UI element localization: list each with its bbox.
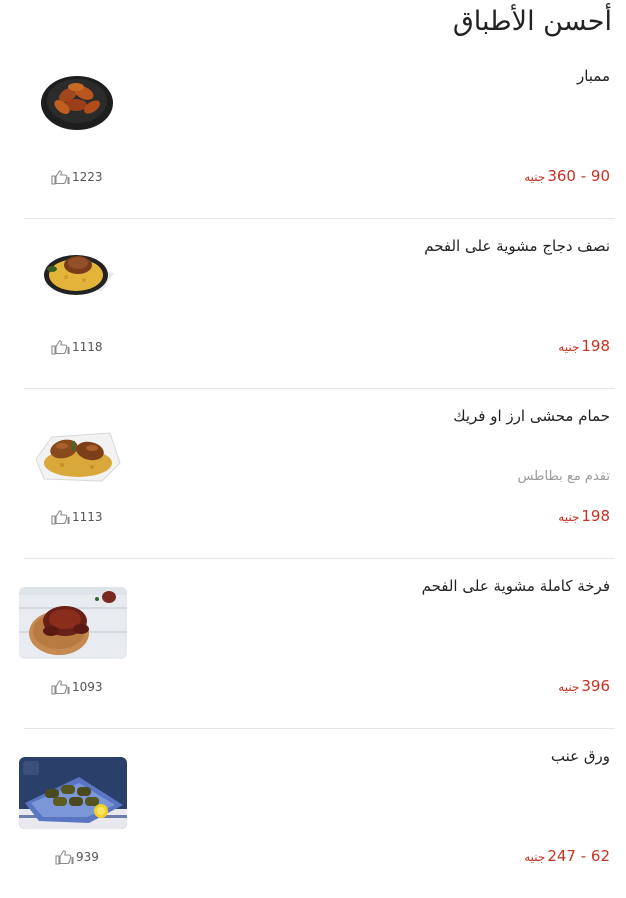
dish-card[interactable]: ورق عنب 62 - 247 جنيه 939: [19, 729, 615, 898]
likes-count: 1113: [72, 510, 103, 524]
dish-image-grape-leaves[interactable]: [19, 757, 127, 829]
price-value: 198: [581, 507, 610, 525]
thumbs-up-icon: [50, 339, 70, 355]
dish-image-mombar[interactable]: [32, 65, 122, 135]
thumbs-up-icon: [50, 679, 70, 695]
price-currency: جنيه: [524, 170, 546, 184]
dish-price: 198 جنيه: [558, 507, 610, 525]
dish-card[interactable]: حمام محشى ارز او فريك تقدم مع بطاطس 198 ج…: [24, 389, 615, 559]
likes-counter[interactable]: 1118: [50, 339, 103, 355]
section-title: أحسن الأطباق: [452, 6, 612, 37]
price-currency: جنيه: [558, 680, 580, 694]
dish-image-grilled-half-chicken[interactable]: [32, 235, 122, 305]
likes-counter[interactable]: 1113: [50, 509, 103, 525]
best-dishes-page: أحسن الأطباق ممبار 90 - 360 جنيه 1223 نص…: [0, 0, 626, 898]
dish-price: 90 - 360 جنيه: [524, 167, 610, 185]
thumbs-up-icon: [50, 169, 70, 185]
dish-card[interactable]: ممبار 90 - 360 جنيه 1223: [24, 49, 615, 219]
thumbs-up-icon: [50, 509, 70, 525]
dish-name: فرخة كاملة مشوية على الفحم: [421, 577, 610, 595]
dish-name: ممبار: [576, 67, 610, 85]
dish-price: 62 - 247 جنيه: [524, 847, 610, 865]
dish-card[interactable]: نصف دجاج مشوية على الفحم 198 جنيه 1118: [24, 219, 615, 389]
price-currency: جنيه: [558, 510, 580, 524]
dish-image-stuffed-pigeon[interactable]: [32, 419, 122, 489]
price-value: 396: [581, 677, 610, 695]
price-value: 90 - 360: [547, 167, 610, 185]
dish-name: نصف دجاج مشوية على الفحم: [424, 237, 610, 255]
likes-counter[interactable]: 939: [54, 849, 99, 865]
price-value: 198: [581, 337, 610, 355]
dish-price: 396 جنيه: [558, 677, 610, 695]
thumbs-up-icon: [54, 849, 74, 865]
likes-count: 1223: [72, 170, 103, 184]
dish-name: حمام محشى ارز او فريك: [453, 407, 610, 425]
likes-counter[interactable]: 1093: [50, 679, 103, 695]
likes-count: 1118: [72, 340, 103, 354]
dish-card[interactable]: فرخة كاملة مشوية على الفحم 396 جنيه 1093: [19, 559, 615, 729]
price-currency: جنيه: [558, 340, 580, 354]
price-currency: جنيه: [524, 850, 546, 864]
likes-count: 939: [76, 850, 99, 864]
dish-name: ورق عنب: [550, 747, 610, 765]
price-value: 62 - 247: [547, 847, 610, 865]
dish-image-whole-grilled-chicken[interactable]: [19, 587, 127, 659]
dish-description: تقدم مع بطاطس: [517, 469, 610, 484]
likes-counter[interactable]: 1223: [50, 169, 103, 185]
dish-price: 198 جنيه: [558, 337, 610, 355]
likes-count: 1093: [72, 680, 103, 694]
